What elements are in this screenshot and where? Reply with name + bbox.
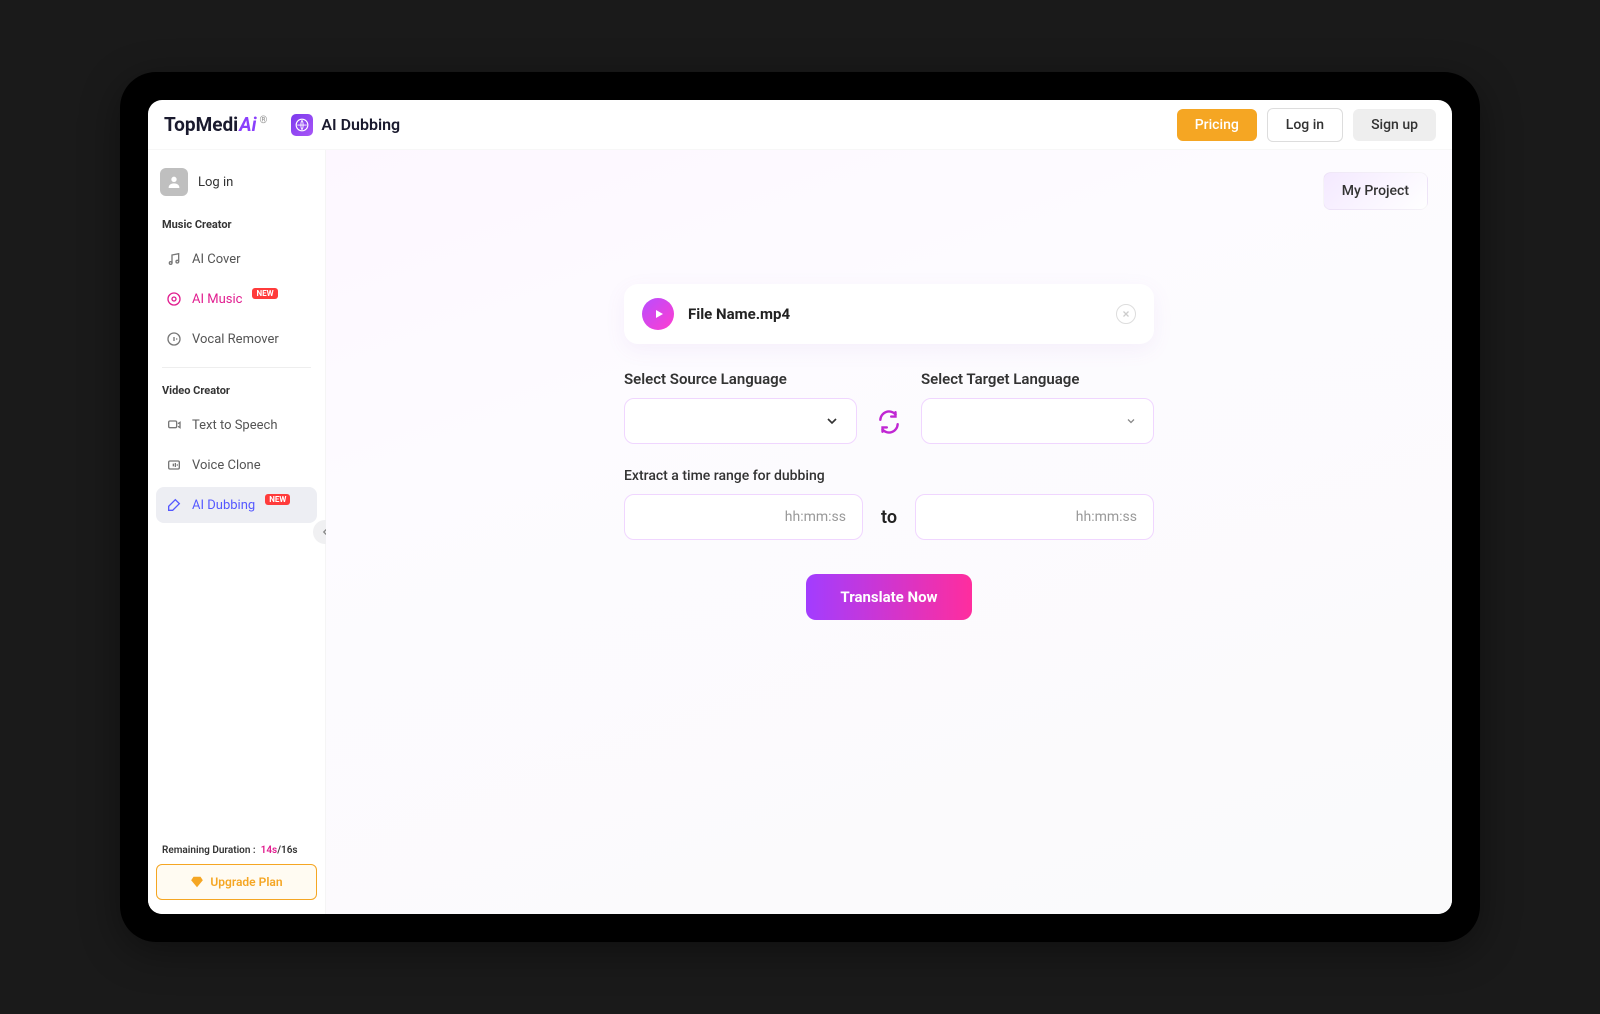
sidebar-login-label: Log in — [198, 175, 233, 190]
sidebar-item-vocal-remover[interactable]: Vocal Remover — [156, 321, 317, 357]
brand-logo[interactable]: TopMediAi® — [164, 113, 267, 136]
sidebar-login[interactable]: Log in — [156, 164, 317, 212]
source-language-select[interactable] — [624, 398, 857, 444]
target-language-select[interactable] — [921, 398, 1154, 444]
swap-languages-button[interactable] — [875, 408, 903, 436]
source-language-label: Select Source Language — [624, 370, 857, 388]
new-badge: NEW — [252, 288, 277, 299]
sidebar-item-tts[interactable]: Text to Speech — [156, 407, 317, 443]
disc-icon — [166, 291, 182, 307]
upgrade-label: Upgrade Plan — [210, 875, 282, 889]
target-language-label: Select Target Language — [921, 370, 1154, 388]
sidebar-item-label: AI Cover — [192, 252, 241, 267]
to-label: to — [881, 507, 897, 528]
app-title-group: AI Dubbing — [291, 114, 400, 136]
sidebar-item-ai-cover[interactable]: AI Cover — [156, 241, 317, 277]
sidebar-item-ai-dubbing[interactable]: AI Dubbing NEW — [156, 487, 317, 523]
translate-now-button[interactable]: Translate Now — [806, 574, 971, 620]
upgrade-plan-button[interactable]: Upgrade Plan — [156, 864, 317, 900]
brand-name: TopMedi — [164, 113, 238, 136]
music-note-icon — [166, 251, 182, 267]
close-icon — [1121, 309, 1131, 319]
brand-reg: ® — [259, 115, 267, 126]
my-project-button[interactable]: My Project — [1323, 172, 1428, 210]
sidebar-item-label: AI Dubbing — [192, 498, 255, 513]
swap-icon — [876, 409, 902, 435]
sidebar-item-label: AI Music — [192, 292, 242, 307]
time-range-label: Extract a time range for dubbing — [624, 468, 1154, 484]
app-title: AI Dubbing — [321, 115, 400, 134]
play-icon[interactable] — [642, 298, 674, 330]
sidebar-item-voice-clone[interactable]: Voice Clone — [156, 447, 317, 483]
main-content: My Project File Name.mp4 Select S — [326, 150, 1452, 914]
file-card: File Name.mp4 — [624, 284, 1154, 344]
end-time-input[interactable] — [915, 494, 1154, 540]
brand-suffix: Ai — [239, 113, 256, 136]
sidebar-item-label: Vocal Remover — [192, 332, 279, 347]
section-video: Video Creator — [156, 378, 317, 403]
section-music: Music Creator — [156, 212, 317, 237]
signup-button[interactable]: Sign up — [1353, 109, 1436, 141]
login-button[interactable]: Log in — [1267, 108, 1343, 142]
speech-icon — [166, 417, 182, 433]
sidebar-item-label: Text to Speech — [192, 418, 277, 433]
sidebar-item-ai-music[interactable]: AI Music NEW — [156, 281, 317, 317]
file-name: File Name.mp4 — [688, 305, 1102, 323]
waveform-icon — [166, 457, 182, 473]
sidebar-item-label: Voice Clone — [192, 458, 261, 473]
user-icon — [160, 168, 188, 196]
remaining-duration: Remaining Duration : 14s/16s — [156, 845, 317, 864]
divider — [162, 367, 311, 368]
new-badge: NEW — [265, 494, 290, 505]
sidebar: Log in Music Creator AI Cover AI Music N… — [148, 150, 326, 914]
mic-pen-icon — [166, 497, 182, 513]
chevron-down-icon — [824, 413, 840, 429]
pricing-button[interactable]: Pricing — [1177, 109, 1257, 141]
start-time-input[interactable] — [624, 494, 863, 540]
equalizer-icon — [166, 331, 182, 347]
diamond-icon — [190, 875, 204, 889]
dubbing-app-icon — [291, 114, 313, 136]
chevron-down-icon — [1125, 415, 1137, 427]
remove-file-button[interactable] — [1116, 304, 1136, 324]
